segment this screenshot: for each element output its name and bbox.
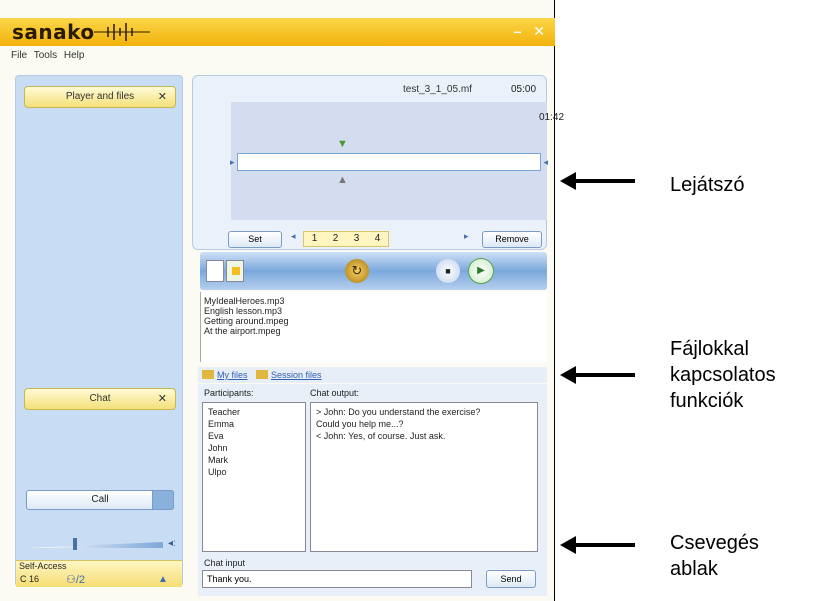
chat-message: Could you help me...? [316,419,404,429]
player-panel: test_3_1_05.mf 05:00 01:42 ▼ ▸ ◂ ▲ Set ◂… [192,75,564,250]
list-item[interactable]: English lesson.mp3 [204,306,544,316]
chat-input-label: Chat input [204,558,246,568]
player-and-files-panel-header[interactable]: Player and files ✕ [24,86,176,108]
annotation-arrow-chat [560,536,635,554]
chat-output: > John: Do you understand the exercise? … [310,402,538,552]
chat-panel-label: Chat [89,393,111,404]
timeline-end-icon: ◂ [543,157,548,167]
file-name: test_3_1_05.mf [403,84,472,95]
chat-output-label: Chat output: [310,388,360,398]
volume-track [28,542,163,548]
timeline-track[interactable]: ▸ ◂ [230,153,548,171]
files-tabs: My files Session files [198,367,547,383]
timeline-area: 01:42 ▼ ▸ ◂ ▲ [230,102,564,220]
call-options-icon[interactable] [152,490,174,510]
annotation-player: Lejátszó [670,174,745,196]
file-list: MyIdealHeroes.mp3 English lesson.mp3 Get… [200,292,547,362]
minimize-button[interactable]: – [514,23,522,39]
menu-bar: File Tools Help [0,50,88,70]
segments-prev-icon[interactable]: ◂ [291,231,296,242]
start-marker-icon[interactable]: ▲ [337,174,348,186]
current-time: 01:42 [539,112,565,123]
annotation-arrow-files [560,366,635,384]
segment-selector: 1 2 3 4 [303,231,389,247]
send-button[interactable]: Send [486,570,536,588]
arrow-shaft [574,179,635,183]
participant-item[interactable]: Mark [208,454,300,466]
participant-item[interactable]: Ulpo [208,466,300,478]
volume-slider[interactable] [28,538,163,552]
participants-label: Participants: [204,388,254,398]
segment-3[interactable]: 3 [346,232,367,246]
arrow-shaft [574,373,635,377]
logo-wave-icon [94,23,150,41]
annotation-arrow-player [560,172,635,190]
arrow-shaft [574,543,635,547]
chat-input[interactable] [202,570,472,588]
repeat-icon[interactable]: ↻ [345,259,369,283]
close-window-button[interactable]: ✕ [533,23,545,39]
call-button[interactable]: Call [26,490,174,510]
users-icon[interactable]: ⚇/2 [66,573,85,586]
self-access-value: C 16 [20,574,40,584]
volume-thumb[interactable] [72,538,77,550]
close-icon[interactable]: ✕ [158,389,167,409]
tab-session-files[interactable]: Session files [271,370,322,380]
left-panel: Player and files ✕ Chat ✕ Call ◂: Self-A… [15,75,183,587]
window-controls: – ✕ [506,23,545,40]
lock-icon[interactable]: ▲ [158,574,168,585]
close-icon[interactable]: ✕ [158,87,167,107]
timeline-start-icon: ▸ [230,157,235,167]
list-item[interactable]: At the airport.mpeg [204,326,544,336]
open-file-icon[interactable] [226,260,244,282]
new-document-icon[interactable] [206,260,224,282]
position-marker-icon[interactable]: ▼ [337,138,348,150]
folder-icon [256,370,269,379]
participant-item[interactable]: Eva [208,430,300,442]
menu-tools[interactable]: Tools [34,50,57,61]
segment-1[interactable]: 1 [304,232,325,246]
self-access-panel: Self-Access C 16 ⚇/2 ▲ [16,560,182,587]
total-time: 05:00 [511,84,537,95]
menu-help[interactable]: Help [64,50,85,61]
title-bar: sanako – ✕ [0,18,555,46]
chat-panel: Participants: Chat output: Teacher Emma … [198,384,547,596]
list-item[interactable]: MyIdealHeroes.mp3 [204,296,544,306]
chat-panel-header[interactable]: Chat ✕ [24,388,176,410]
remove-button[interactable]: Remove [482,231,542,248]
chat-message: < John: Yes, of course. Just ask. [316,431,446,441]
tab-my-files[interactable]: My files [217,370,248,380]
folder-icon [202,370,214,379]
chat-message: > John: Do you understand the exercise? [316,407,481,417]
segment-2[interactable]: 2 [325,232,346,246]
self-access-title: Self-Access [19,561,67,571]
sanako-logo: sanako [12,20,95,44]
annotation-chat: Csevegés ablak [670,530,759,582]
call-label: Call [91,494,109,505]
participant-item[interactable]: Emma [208,418,300,430]
list-item[interactable]: Getting around.mpeg [204,316,544,326]
sanako-app-window: sanako – ✕ File Tools Help Player and fi… [0,0,564,601]
participant-item[interactable]: John [208,442,300,454]
speaker-icon[interactable]: ◂: [168,538,176,549]
annotation-files-line3: funkciók [670,390,744,412]
annotation-files-line1: Fájlokkal [670,338,749,360]
annotation-files-line2: kapcsolatos [670,364,776,386]
menu-file[interactable]: File [11,50,27,61]
annotation-chat-line2: ablak [670,558,718,580]
player-files-panel-body [24,118,176,418]
stop-icon[interactable]: ■ [436,259,460,283]
set-button[interactable]: Set [228,231,282,248]
player-and-files-label: Player and files [65,91,135,102]
participants-list: Teacher Emma Eva John Mark Ulpo [202,402,306,552]
participant-item[interactable]: Teacher [208,406,300,418]
annotation-chat-line1: Csevegés [670,532,759,554]
play-icon[interactable]: ▶ [468,258,494,284]
annotation-files: Fájlokkal kapcsolatos funkciók [670,336,776,414]
segments-next-icon[interactable]: ▸ [464,231,469,242]
media-toolbar: ↻ ■ ▶ [200,252,547,290]
segment-4[interactable]: 4 [367,232,388,246]
